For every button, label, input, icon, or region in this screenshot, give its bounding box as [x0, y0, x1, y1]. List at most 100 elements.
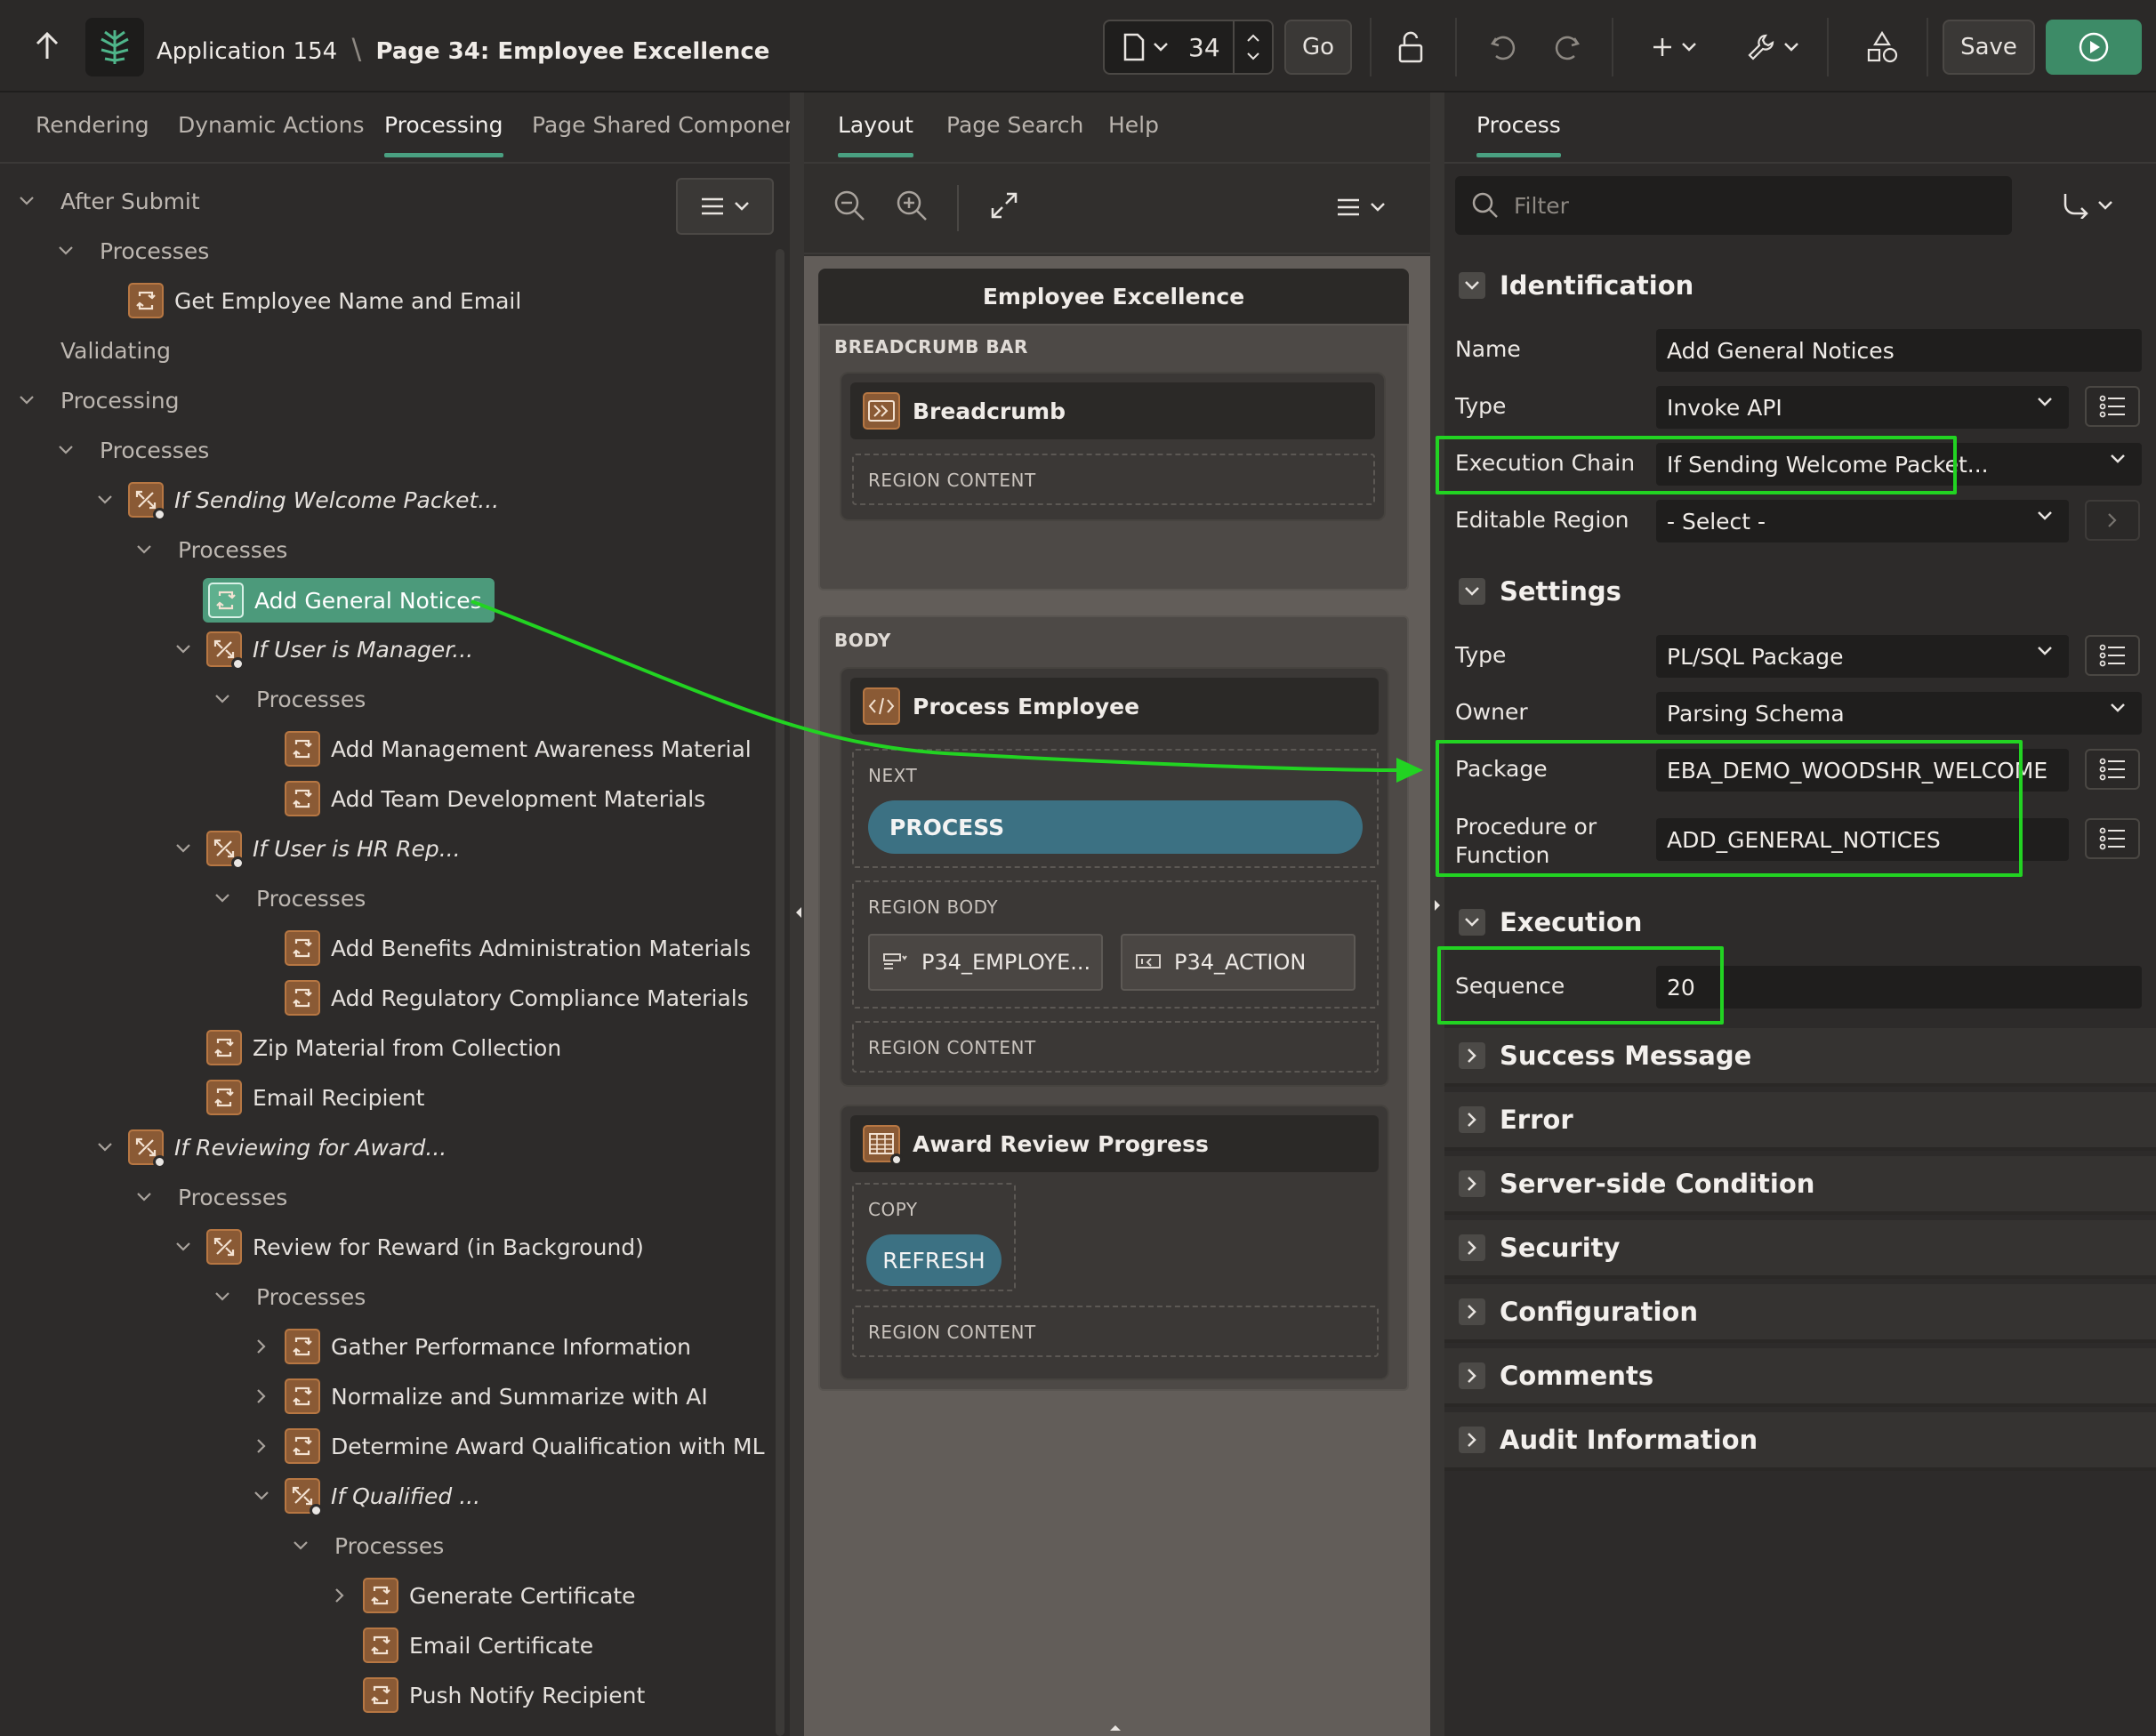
settings-type-list-button[interactable] — [2085, 635, 2140, 676]
chevron-down-icon[interactable] — [133, 539, 155, 560]
group-server-side-condition[interactable]: Server-side Condition — [1444, 1156, 2156, 1215]
tab-help[interactable]: Help — [1108, 112, 1159, 138]
chevron-down-icon[interactable] — [133, 1186, 155, 1208]
process-employee-region-content[interactable]: REGION CONTENT — [852, 1021, 1379, 1073]
chevron-down-icon[interactable] — [173, 639, 194, 660]
tree-node-if-reviewing[interactable]: If Reviewing for Award... — [128, 1126, 446, 1169]
editable-region-select[interactable]: - Select - — [1656, 500, 2069, 542]
chevron-right-icon[interactable] — [251, 1435, 272, 1457]
tree-node-email-cert[interactable]: Email Certificate — [363, 1624, 593, 1667]
page-spinner[interactable] — [1233, 21, 1272, 73]
next-position[interactable]: NEXT PROCESS — [852, 749, 1379, 868]
page-number-input[interactable]: 34 — [1188, 33, 1220, 62]
tree-node-processes-5[interactable]: Processes — [256, 877, 366, 920]
tree-node-add-mgmt[interactable]: Add Management Awareness Material — [285, 727, 752, 770]
execution-chain-select[interactable]: If Sending Welcome Packet... — [1656, 443, 2142, 486]
group-error[interactable]: Error — [1444, 1092, 2156, 1151]
process-employee-header[interactable]: Process Employee — [850, 678, 1379, 735]
go-to-group-button[interactable] — [2062, 192, 2113, 219]
tree-node-processes-7[interactable]: Processes — [256, 1275, 366, 1318]
chevron-right-icon[interactable] — [251, 1336, 272, 1357]
unlock-icon[interactable] — [1388, 20, 1434, 75]
tab-rendering[interactable]: Rendering — [36, 112, 149, 138]
tree-menu-button[interactable] — [676, 178, 774, 235]
identification-group[interactable]: Identification — [1444, 258, 2156, 313]
chevron-down-icon[interactable] — [212, 1286, 233, 1307]
tree-node-if-manager[interactable]: If User is Manager... — [206, 628, 473, 671]
tab-process[interactable]: Process — [1476, 112, 1561, 157]
type-list-button[interactable] — [2085, 386, 2140, 427]
chevron-down-icon[interactable] — [55, 240, 76, 261]
shared-components-icon[interactable] — [1859, 20, 1905, 75]
page-selector[interactable]: 34 — [1103, 20, 1274, 75]
award-review-region[interactable]: Award Review Progress COPY REFRESH REGIO… — [840, 1105, 1389, 1380]
left-splitter[interactable] — [790, 92, 804, 1736]
process-button[interactable]: PROCESS — [868, 800, 1363, 854]
tree-node-gen-cert[interactable]: Generate Certificate — [363, 1574, 636, 1617]
tree-node-if-qualified[interactable]: If Qualified ... — [285, 1475, 480, 1517]
tree-node-add-general[interactable]: Add General Notices — [203, 578, 495, 623]
tree-node-gather[interactable]: Gather Performance Information — [285, 1325, 691, 1368]
tree-node-processing[interactable]: Processing — [60, 379, 180, 422]
scroll-up-icon[interactable] — [1106, 1722, 1124, 1732]
body-area[interactable]: BODY Process Employee NEXT PROCESS REGIO… — [818, 615, 1409, 1391]
tree-node-email-recipient[interactable]: Email Recipient — [206, 1076, 424, 1119]
tree-node-review-reward[interactable]: Review for Reward (in Background) — [206, 1226, 644, 1268]
chevron-right-icon[interactable] — [329, 1585, 350, 1606]
page-title-bar[interactable]: Employee Excellence — [818, 269, 1409, 324]
procedure-list-button[interactable] — [2085, 818, 2140, 859]
tab-page-search[interactable]: Page Search — [946, 112, 1083, 138]
tab-dynamic-actions[interactable]: Dynamic Actions — [178, 112, 365, 138]
chevron-down-icon[interactable] — [16, 390, 37, 411]
tree-node-determine[interactable]: Determine Award Qualification with ML — [285, 1425, 765, 1467]
award-review-header[interactable]: Award Review Progress — [850, 1115, 1379, 1172]
plus-icon[interactable] — [1645, 20, 1702, 75]
tree-node-processes-4[interactable]: Processes — [256, 678, 366, 720]
group-security[interactable]: Security — [1444, 1220, 2156, 1279]
procedure-field[interactable]: ADD_GENERAL_NOTICES — [1656, 818, 2069, 861]
chevron-down-icon[interactable] — [55, 439, 76, 461]
tree-node-normalize[interactable]: Normalize and Summarize with AI — [285, 1375, 708, 1418]
save-button[interactable]: Save — [1943, 20, 2035, 75]
tree-node-zip[interactable]: Zip Material from Collection — [206, 1026, 561, 1069]
right-splitter[interactable] — [1430, 92, 1444, 1736]
chevron-down-icon[interactable] — [16, 190, 37, 212]
tree-node-get-employee[interactable]: Get Employee Name and Email — [128, 279, 521, 322]
package-field[interactable]: EBA_DEMO_WOODSHR_WELCOME — [1656, 749, 2069, 792]
tree-node-processes-2[interactable]: Processes — [100, 429, 209, 471]
owner-select[interactable]: Parsing Schema — [1656, 692, 2142, 735]
award-review-region-content[interactable]: REGION CONTENT — [852, 1306, 1379, 1357]
run-page-button[interactable] — [2046, 20, 2142, 75]
zoom-out-icon[interactable] — [833, 189, 866, 222]
chevron-down-icon[interactable] — [94, 1137, 116, 1158]
group-comments[interactable]: Comments — [1444, 1348, 2156, 1407]
editable-region-go-button[interactable] — [2085, 500, 2140, 541]
undo-icon[interactable] — [1480, 20, 1526, 75]
settings-type-select[interactable]: PL/SQL Package — [1656, 635, 2069, 678]
go-button[interactable]: Go — [1284, 20, 1352, 75]
execution-group[interactable]: Execution — [1444, 895, 2156, 950]
process-employee-region[interactable]: Process Employee NEXT PROCESS REGION BOD… — [840, 667, 1389, 1087]
tab-processing[interactable]: Processing — [384, 112, 503, 157]
group-audit-information[interactable]: Audit Information — [1444, 1412, 2156, 1471]
chevron-down-icon[interactable] — [290, 1535, 311, 1556]
tree-node-validating[interactable]: Validating — [60, 329, 171, 372]
layout-menu-icon[interactable] — [1336, 197, 1386, 217]
copy-position[interactable]: COPY REFRESH — [852, 1183, 1016, 1291]
region-body-position[interactable]: REGION BODY P34_EMPLOYE... P34_ACTION — [852, 880, 1379, 1009]
tree-scrollbar[interactable] — [776, 249, 784, 1736]
tree-node-processes-8[interactable]: Processes — [334, 1524, 444, 1567]
sequence-field[interactable]: 20 — [1656, 966, 2142, 1009]
settings-group[interactable]: Settings — [1444, 564, 2156, 619]
item-p34-employee[interactable]: P34_EMPLOYE... — [868, 934, 1103, 991]
tab-page-shared-components[interactable]: Page Shared Components — [532, 112, 819, 138]
breadcrumb-region[interactable]: Breadcrumb REGION CONTENT — [840, 372, 1386, 521]
chevron-down-icon[interactable] — [173, 838, 194, 859]
filter-input[interactable]: Filter — [1455, 176, 2012, 235]
group-success-message[interactable]: Success Message — [1444, 1028, 2156, 1087]
tab-layout[interactable]: Layout — [838, 112, 913, 157]
type-select[interactable]: Invoke API — [1656, 386, 2069, 429]
refresh-button[interactable]: REFRESH — [866, 1234, 1002, 1286]
tree-node-processes-1[interactable]: Processes — [100, 229, 209, 272]
tree-node-processes-6[interactable]: Processes — [178, 1176, 287, 1218]
